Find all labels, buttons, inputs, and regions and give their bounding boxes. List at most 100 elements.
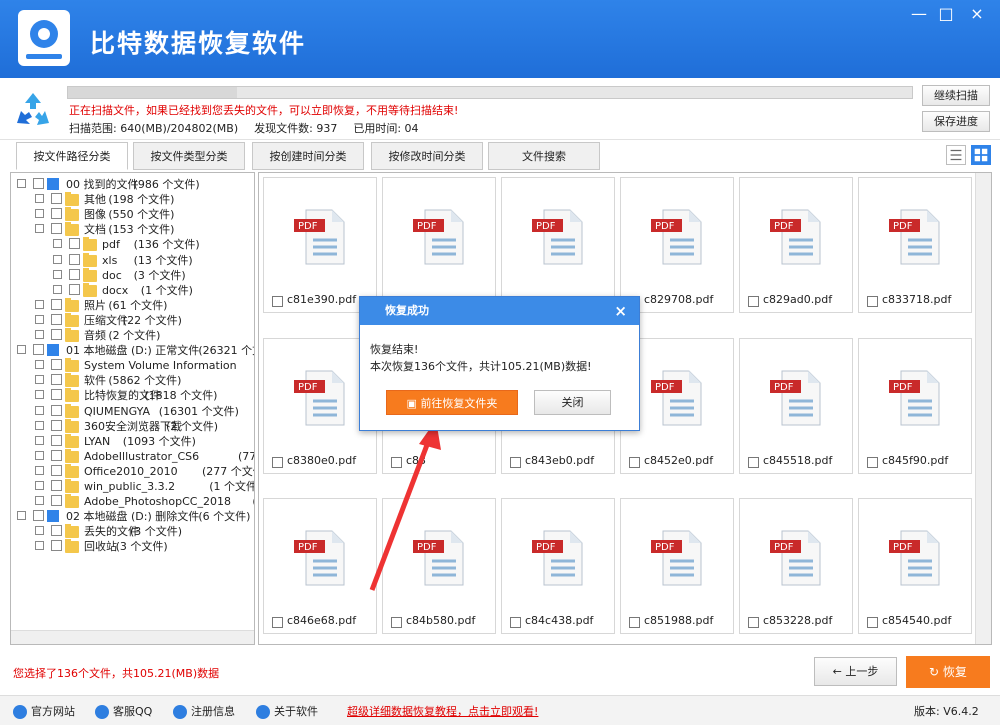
tree-item[interactable]: 丢失的文件 (3 个文件) [11,524,254,539]
tab-1[interactable]: 按文件类型分类 [133,142,245,170]
file-checkbox[interactable] [629,457,640,468]
expand-icon[interactable] [35,526,44,536]
tree-item[interactable]: 音频 (2 个文件) [11,328,254,343]
file-checkbox[interactable] [391,617,402,628]
file-checkbox[interactable] [748,457,759,468]
expand-icon[interactable] [35,375,44,385]
tree-item[interactable]: LYAN (1093 个文件) [11,433,254,449]
tree-item[interactable]: docx (1 个文件) [11,282,254,298]
file-checkbox[interactable] [272,296,283,307]
file-checkbox[interactable] [272,617,283,628]
support-qq-link[interactable]: 客服QQ [95,703,152,720]
tree-checkbox[interactable] [33,344,44,356]
expand-icon[interactable] [35,496,44,506]
expand-icon[interactable] [35,209,44,219]
close-window-button[interactable]: × [964,4,990,24]
tree-checkbox[interactable] [33,178,44,189]
expand-icon[interactable] [35,314,44,324]
file-checkbox[interactable] [272,457,283,468]
tree-checkbox[interactable] [51,298,62,310]
file-checkbox[interactable] [748,296,759,307]
tree-checkbox[interactable] [51,495,62,507]
file-checkbox[interactable] [867,296,878,307]
previous-step-button[interactable]: ← 上一步 [814,657,897,686]
dialog-close-button[interactable]: 关闭 [534,390,611,415]
tree-item[interactable]: QIUMENGYA (16301 个文件) [11,403,254,419]
file-card[interactable]: PDF c84c438.pdf [501,498,615,634]
tree-item[interactable]: 01 本地磁盘 (D:) 正常文件(26321 个文 [11,343,254,358]
file-card[interactable]: PDF c846e68.pdf [263,498,377,634]
tree-checkbox[interactable] [51,223,62,235]
continue-scan-button[interactable]: 继续扫描 [922,85,990,106]
dialog-close-icon[interactable]: × [614,297,627,325]
official-site-link[interactable]: 官方网站 [13,703,75,720]
expand-icon[interactable] [53,239,62,249]
file-checkbox[interactable] [748,617,759,628]
tree-item[interactable]: 照片 (61 个文件) [11,297,254,313]
file-card[interactable]: PDF [501,177,615,313]
tree-item[interactable]: 图像 (550 个文件) [11,207,254,222]
tree-checkbox[interactable] [69,268,80,280]
tree-item[interactable]: xls (13 个文件) [11,252,254,268]
tree-item[interactable]: 00 找到的文件 (986 个文件) [11,177,254,192]
expand-icon[interactable] [53,284,62,294]
expand-icon[interactable] [35,465,44,475]
tree-checkbox[interactable] [51,374,62,386]
file-card[interactable]: PDF c845518.pdf [739,338,853,474]
tree-item[interactable]: doc (3 个文件) [11,267,254,283]
tree-checkbox[interactable] [51,449,62,461]
tree-checkbox[interactable] [51,419,62,431]
file-card[interactable]: PDF [382,177,496,313]
tree-checkbox[interactable] [51,464,62,476]
tree-checkbox[interactable] [51,540,62,552]
file-checkbox[interactable] [867,617,878,628]
tree-item[interactable]: pdf (136 个文件) [11,237,254,252]
file-checkbox[interactable] [510,457,521,468]
tree-checkbox[interactable] [51,329,62,340]
file-checkbox[interactable] [391,457,402,468]
tree-checkbox[interactable] [51,434,62,446]
tree-item[interactable]: Office2010_2010 (277 个文件) [11,463,254,479]
file-card[interactable]: PDF c851988.pdf [620,498,734,634]
vertical-scrollbar[interactable] [975,173,991,644]
file-card[interactable]: PDF c829ad0.pdf [739,177,853,313]
tree-item[interactable]: 回收站 (3 个文件) [11,539,254,554]
tree-checkbox[interactable] [69,283,80,295]
tree-item[interactable]: 文档 (153 个文件) [11,222,254,237]
tutorial-link[interactable]: 超级详细数据恢复教程，点击立即观看! [347,703,538,720]
file-checkbox[interactable] [867,457,878,468]
tree-item[interactable]: Adobe_PhotoshopCC_2018 (189 个 [11,494,254,509]
tab-0[interactable]: 按文件路径分类 [16,142,128,170]
expand-icon[interactable] [35,420,44,430]
file-checkbox[interactable] [629,617,640,628]
expand-icon[interactable] [17,179,26,188]
maximize-button[interactable]: □ [933,4,959,24]
file-card[interactable]: PDF c845f90.pdf [858,338,972,474]
tab-2[interactable]: 按创建时间分类 [252,142,364,170]
tree-checkbox[interactable] [51,404,62,416]
expand-icon[interactable] [35,299,44,309]
file-card[interactable]: PDF c81e390.pdf [263,177,377,313]
tree-checkbox[interactable] [69,253,80,265]
tree-item[interactable]: 360安全浏览器下载 (2 个文件) [11,418,254,434]
tree-item[interactable]: 02 本地磁盘 (D:) 删除文件 (6 个文件) [11,509,254,524]
tree-checkbox[interactable] [51,208,62,220]
goto-folder-button[interactable]: ▣ 前往恢复文件夹 [386,390,518,415]
tree-item[interactable]: System Volume Information(3 个文 [11,358,254,373]
expand-icon[interactable] [53,269,62,279]
tab-3[interactable]: 按修改时间分类 [371,142,483,170]
file-card[interactable]: PDF c853228.pdf [739,498,853,634]
tree-item[interactable]: AdobeIllustrator_CS6 (770 个文件 [11,448,254,464]
expand-icon[interactable] [35,330,44,339]
expand-icon[interactable] [17,345,26,355]
expand-icon[interactable] [35,481,44,490]
file-card[interactable]: PDF c854540.pdf [858,498,972,634]
tree-item[interactable]: win_public_3.3.2 (1 个文件) [11,479,254,494]
tree-item[interactable]: 其他 (198 个文件) [11,192,254,207]
tree-item[interactable]: 软件 (5862 个文件) [11,373,254,388]
horizontal-scrollbar[interactable] [11,630,254,644]
file-card[interactable]: PDF c833718.pdf [858,177,972,313]
tree-checkbox[interactable] [51,389,62,401]
file-card[interactable]: PDF c829708.pdf [620,177,734,313]
tree-checkbox[interactable] [69,238,80,250]
